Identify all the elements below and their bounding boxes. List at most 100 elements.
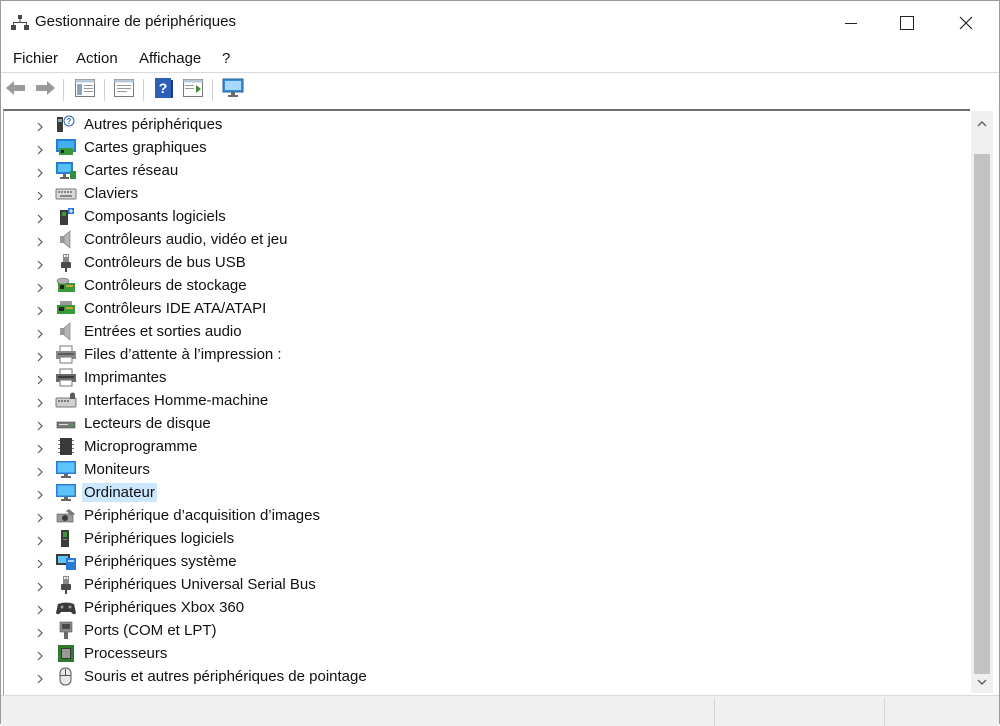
tree-item[interactable]: Files d’attente à l’impression : xyxy=(4,343,968,366)
vertical-scrollbar[interactable] xyxy=(971,111,993,693)
tree-item[interactable]: Cartes graphiques xyxy=(4,136,968,159)
scroll-down-icon[interactable] xyxy=(974,675,990,693)
tree-item[interactable]: ? Autres périphériques xyxy=(4,113,968,136)
chevron-right-icon[interactable] xyxy=(35,326,45,339)
scroll-up-icon[interactable] xyxy=(974,117,990,135)
chevron-right-icon[interactable] xyxy=(35,579,45,592)
chevron-right-icon[interactable] xyxy=(35,487,45,500)
tree-item-label[interactable]: Contrôleurs de stockage xyxy=(82,276,249,295)
chevron-right-icon[interactable] xyxy=(35,303,45,316)
chevron-right-icon[interactable] xyxy=(35,510,45,523)
tree-item[interactable]: Microprogramme xyxy=(4,435,968,458)
chevron-right-icon[interactable] xyxy=(35,464,45,477)
menu-help[interactable]: ? xyxy=(222,50,230,67)
chevron-right-icon[interactable] xyxy=(35,441,45,454)
scan-hardware-button[interactable] xyxy=(222,78,244,103)
tree-item-label[interactable]: Files d’attente à l’impression : xyxy=(82,345,284,364)
tree-item-label[interactable]: Périphériques Universal Serial Bus xyxy=(82,575,318,594)
tree-item-label[interactable]: Périphérique d’acquisition d’images xyxy=(82,506,322,525)
tree-item-label[interactable]: Processeurs xyxy=(82,644,169,663)
chevron-right-icon[interactable] xyxy=(35,119,45,132)
tree-item-label[interactable]: Contrôleurs audio, vidéo et jeu xyxy=(82,230,289,249)
scan-hardware-icon xyxy=(222,78,244,103)
tree-item[interactable]: Contrôleurs audio, vidéo et jeu xyxy=(4,228,968,251)
tree-item-label[interactable]: Interfaces Homme-machine xyxy=(82,391,270,410)
hid-icon xyxy=(55,391,77,410)
tree-item[interactable]: Imprimantes xyxy=(4,366,968,389)
chevron-right-icon[interactable] xyxy=(35,556,45,569)
tree-item[interactable]: Souris et autres périphériques de pointa… xyxy=(4,665,968,688)
tree-item[interactable]: Moniteurs xyxy=(4,458,968,481)
toolbar-divider xyxy=(104,79,105,101)
chevron-right-icon[interactable] xyxy=(35,418,45,431)
chevron-right-icon[interactable] xyxy=(35,648,45,661)
chevron-right-icon[interactable] xyxy=(35,372,45,385)
tree-item-label[interactable]: Cartes graphiques xyxy=(82,138,209,157)
maximize-button[interactable] xyxy=(877,1,937,45)
tree-item-label[interactable]: Contrôleurs IDE ATA/ATAPI xyxy=(82,299,268,318)
tree-item[interactable]: Ordinateur xyxy=(4,481,968,504)
menu-action[interactable]: Action xyxy=(76,50,118,67)
tree-item[interactable]: Claviers xyxy=(4,182,968,205)
chevron-right-icon[interactable] xyxy=(35,395,45,408)
console-tree-button[interactable] xyxy=(74,78,96,101)
tree-item-label[interactable]: Microprogramme xyxy=(82,437,199,456)
chevron-right-icon[interactable] xyxy=(35,234,45,247)
back-button[interactable] xyxy=(5,79,27,101)
chevron-right-icon[interactable] xyxy=(35,349,45,362)
tree-item[interactable]: Lecteurs de disque xyxy=(4,412,968,435)
forward-button[interactable] xyxy=(34,79,56,101)
chevron-right-icon[interactable] xyxy=(35,280,45,293)
tree-item[interactable]: Cartes réseau xyxy=(4,159,968,182)
svg-text:?: ? xyxy=(67,117,72,126)
tree-item-label[interactable]: Souris et autres périphériques de pointa… xyxy=(82,667,369,686)
tree-item[interactable]: Périphériques logiciels xyxy=(4,527,968,550)
tree-item[interactable]: Contrôleurs de bus USB xyxy=(4,251,968,274)
show-action-pane-icon xyxy=(183,78,203,102)
action-pane-button[interactable] xyxy=(182,78,204,102)
chevron-right-icon[interactable] xyxy=(35,602,45,615)
scrollbar-thumb[interactable] xyxy=(974,154,990,674)
help-button[interactable]: ? xyxy=(153,77,175,101)
tree-item-label[interactable]: Claviers xyxy=(82,184,140,203)
chevron-right-icon[interactable] xyxy=(35,533,45,546)
tree-item[interactable]: Entrées et sorties audio xyxy=(4,320,968,343)
tree-item[interactable]: Contrôleurs IDE ATA/ATAPI xyxy=(4,297,968,320)
tree-item[interactable]: Périphérique d’acquisition d’images xyxy=(4,504,968,527)
chevron-right-icon[interactable] xyxy=(35,165,45,178)
tree-item-label[interactable]: Moniteurs xyxy=(82,460,152,479)
menu-view[interactable]: Affichage xyxy=(139,50,201,67)
port-icon xyxy=(55,621,77,640)
tree-item-label[interactable]: Périphériques logiciels xyxy=(82,529,236,548)
tree-item-label[interactable]: Périphériques Xbox 360 xyxy=(82,598,246,617)
close-button[interactable] xyxy=(936,1,996,45)
chevron-right-icon[interactable] xyxy=(35,625,45,638)
tree-item[interactable]: Contrôleurs de stockage xyxy=(4,274,968,297)
chevron-right-icon[interactable] xyxy=(35,211,45,224)
tree-item[interactable]: Périphériques Universal Serial Bus xyxy=(4,573,968,596)
tree-item[interactable]: Processeurs xyxy=(4,642,968,665)
chevron-right-icon[interactable] xyxy=(35,142,45,155)
tree-item[interactable]: Composants logiciels xyxy=(4,205,968,228)
toolbar: ? xyxy=(1,73,999,107)
tree-item-label[interactable]: Autres périphériques xyxy=(82,115,224,134)
tree-item-label[interactable]: Périphériques système xyxy=(82,552,239,571)
chevron-right-icon[interactable] xyxy=(35,671,45,684)
tree-item-label[interactable]: Ordinateur xyxy=(82,483,157,502)
menu-file[interactable]: Fichier xyxy=(13,50,58,67)
minimize-button[interactable] xyxy=(821,1,881,45)
tree-item-label[interactable]: Ports (COM et LPT) xyxy=(82,621,219,640)
tree-item[interactable]: Périphériques système xyxy=(4,550,968,573)
chevron-right-icon[interactable] xyxy=(35,257,45,270)
tree-item-label[interactable]: Contrôleurs de bus USB xyxy=(82,253,248,272)
tree-item-label[interactable]: Cartes réseau xyxy=(82,161,180,180)
tree-item-label[interactable]: Lecteurs de disque xyxy=(82,414,213,433)
chevron-right-icon[interactable] xyxy=(35,188,45,201)
tree-item-label[interactable]: Imprimantes xyxy=(82,368,169,387)
tree-item-label[interactable]: Entrées et sorties audio xyxy=(82,322,244,341)
tree-item[interactable]: Périphériques Xbox 360 xyxy=(4,596,968,619)
tree-item[interactable]: Interfaces Homme-machine xyxy=(4,389,968,412)
tree-item-label[interactable]: Composants logiciels xyxy=(82,207,228,226)
properties-button[interactable] xyxy=(113,78,135,101)
tree-item[interactable]: Ports (COM et LPT) xyxy=(4,619,968,642)
